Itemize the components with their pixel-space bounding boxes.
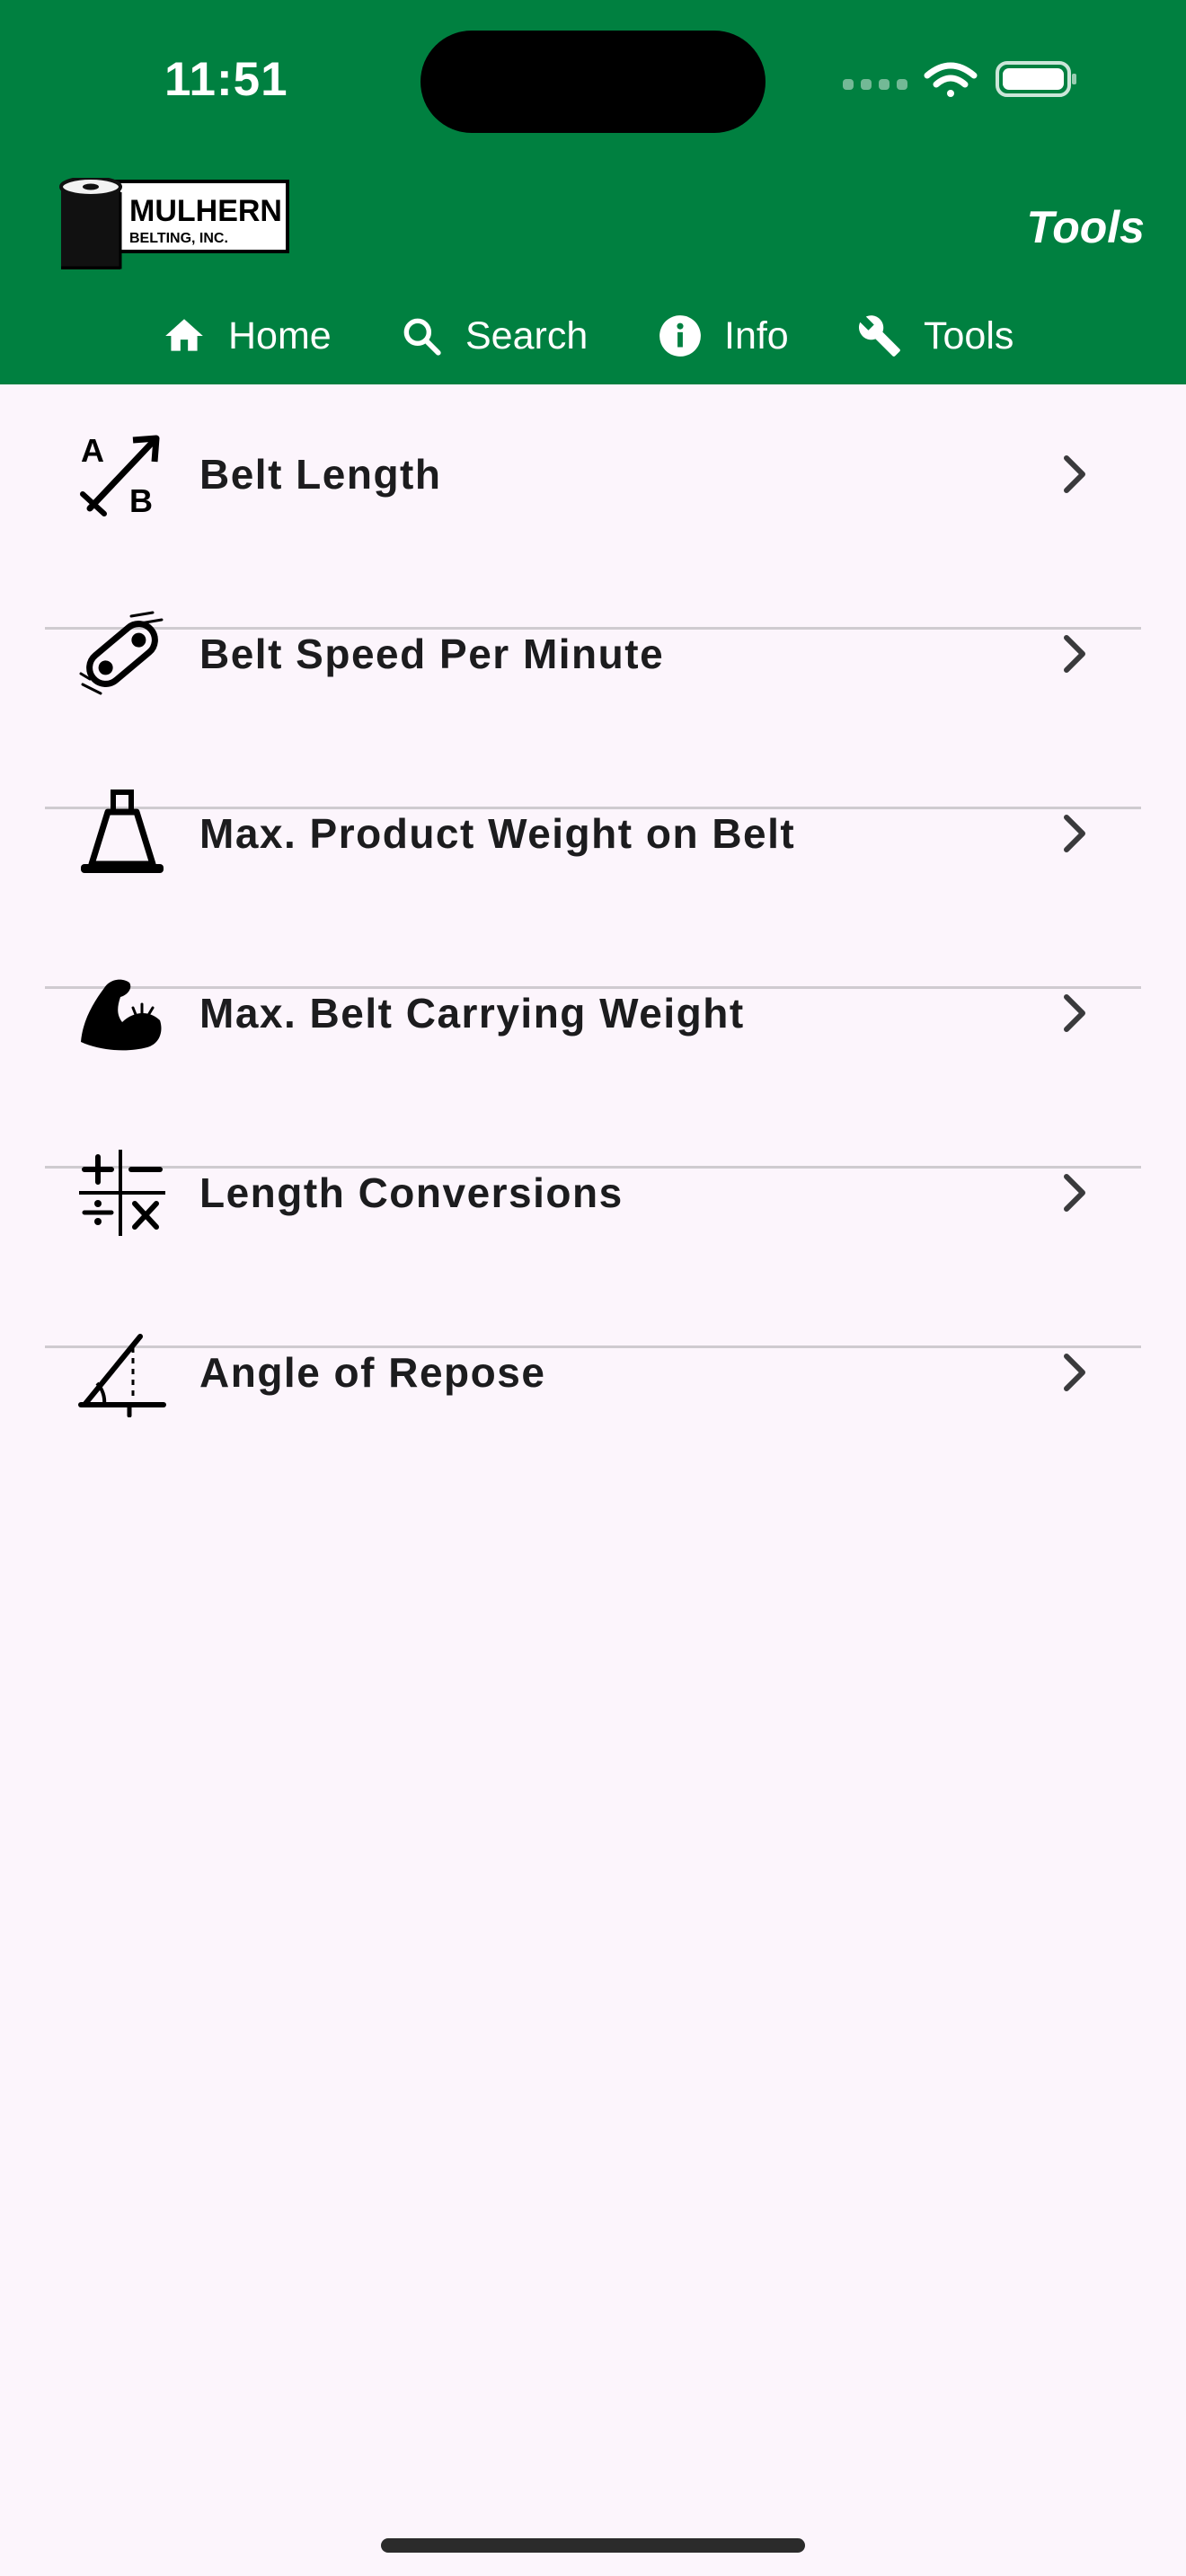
page-title: Tools [1026,202,1145,252]
chevron-right-icon [1064,815,1085,852]
list-item-label: Angle of Repose [199,1349,546,1396]
status-icons [843,61,1076,97]
nav-bar: Home Search Info Tools [0,305,1186,366]
battery-icon [996,61,1076,97]
chevron-right-icon [1064,455,1085,493]
list-item-belt-speed[interactable]: Belt Speed Per Minute [0,564,1186,744]
nav-home-label: Home [228,313,332,357]
flexed-arm-icon [81,979,162,1051]
status-time: 11:51 [164,53,288,106]
nav-search-label: Search [465,313,589,357]
wrench-icon [858,315,900,357]
nav-info[interactable]: Info [658,305,789,366]
signal-icon [843,79,907,90]
logo-line1: MULHERN [129,194,282,228]
dynamic-island [420,31,766,133]
list-item-label: Length Conversions [199,1169,624,1216]
nav-tools-label: Tools [924,313,1014,357]
list-item-label: Max. Product Weight on Belt [199,810,796,857]
list-item-belt-length[interactable]: A B Belt Length [0,384,1186,564]
list-item-length-conversions[interactable]: Length Conversions [0,1103,1186,1283]
belt-speed-icon [79,611,164,695]
wifi-icon [924,62,978,97]
info-icon [659,315,701,357]
math-operators-icon [79,1150,165,1236]
nav-info-label: Info [724,313,789,357]
list-item-label: Max. Belt Carrying Weight [199,990,745,1037]
ab-arrow-icon: A B [80,432,160,519]
chevron-right-icon [1064,1174,1085,1212]
home-icon [165,319,203,351]
search-icon [403,318,441,356]
list-item-label: Belt Length [199,451,442,498]
logo-line2: BELTING, INC. [129,231,228,246]
angle-icon [78,1334,166,1417]
svg-text:A: A [81,432,104,469]
home-indicator[interactable] [381,2538,805,2553]
chevron-right-icon [1064,994,1085,1032]
chevron-right-icon [1064,635,1085,673]
list-item-max-product-weight[interactable]: Max. Product Weight on Belt [0,744,1186,923]
nav-search[interactable]: Search [399,305,588,366]
list-item-angle-of-repose[interactable]: Angle of Repose [0,1283,1186,1462]
chevron-right-icon [1064,1354,1085,1391]
app-header: 11:51 MULHERN BELTING, INC. Tools Home S… [0,0,1186,384]
nav-home[interactable]: Home [162,305,332,366]
weight-icon [81,790,164,873]
list-item-label: Belt Speed Per Minute [199,631,665,677]
list-item-max-belt-carrying-weight[interactable]: Max. Belt Carrying Weight [0,923,1186,1103]
nav-tools[interactable]: Tools [857,305,1013,366]
svg-text:B: B [129,482,153,519]
mulhern-logo: MULHERN BELTING, INC. [59,178,289,269]
